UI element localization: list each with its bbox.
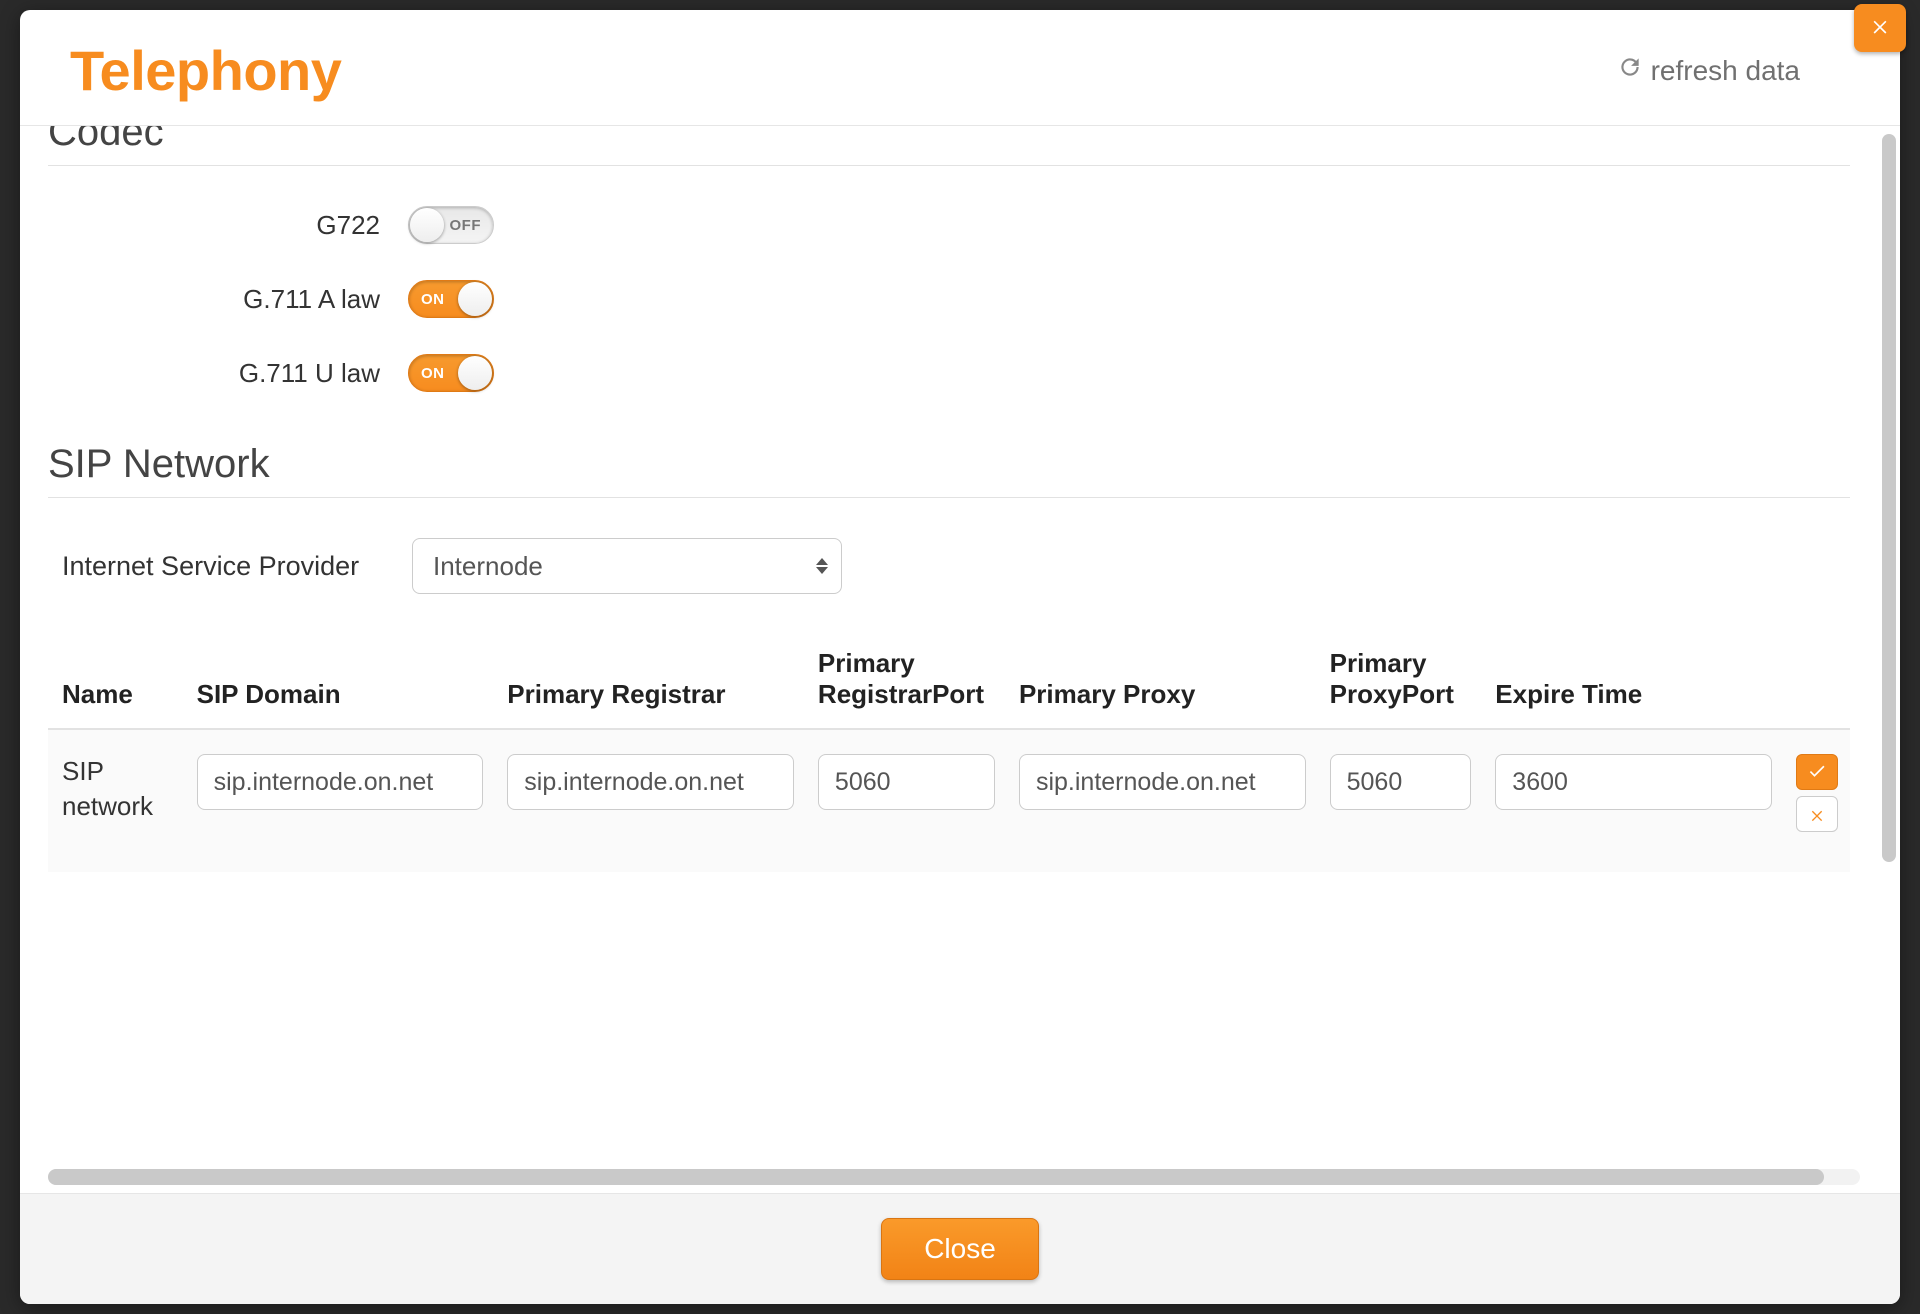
codec-label: G.711 A law [48, 284, 408, 315]
telephony-modal: Telephony refresh data Codec G722 OFF [20, 10, 1900, 1304]
modal-footer: Close [20, 1193, 1900, 1304]
divider [48, 497, 1850, 498]
toggle-knob [458, 356, 492, 390]
refresh-icon [1617, 54, 1643, 87]
check-icon [1807, 757, 1827, 788]
col-proxy-port: Primary ProxyPort [1316, 638, 1482, 729]
vertical-scrollbar[interactable] [1880, 134, 1896, 1145]
col-proxy: Primary Proxy [1005, 638, 1316, 729]
modal-body: Codec G722 OFF G.711 A law ON [20, 126, 1900, 1193]
proxy-port-input[interactable] [1330, 754, 1472, 810]
page-title: Telephony [70, 38, 341, 103]
row-confirm-button[interactable] [1796, 754, 1838, 790]
table-header-row: Name SIP Domain Primary Registrar Primar… [48, 638, 1850, 729]
scroll-thumb[interactable] [1882, 134, 1896, 862]
section-title-codec: Codec [48, 126, 1850, 165]
codec-settings: G722 OFF G.711 A law ON G.711 U law [48, 206, 1850, 392]
col-sip-domain: SIP Domain [183, 638, 494, 729]
row-actions [1796, 754, 1840, 832]
section-title-sip: SIP Network [48, 428, 1850, 497]
col-expire: Expire Time [1481, 638, 1781, 729]
close-button[interactable]: Close [881, 1218, 1039, 1280]
proxy-input[interactable] [1019, 754, 1306, 810]
expire-time-input[interactable] [1495, 754, 1771, 810]
toggle-state-text: OFF [450, 217, 482, 234]
isp-row: Internet Service Provider Internode [48, 538, 1850, 594]
modal-close-button[interactable] [1854, 4, 1906, 52]
modal-header: Telephony refresh data [20, 10, 1900, 126]
row-cancel-button[interactable] [1796, 796, 1838, 832]
scroll-thumb[interactable] [48, 1169, 1824, 1185]
toggle-state-text: ON [421, 291, 445, 308]
codec-row-g711u: G.711 U law ON [48, 354, 1850, 392]
sip-network-table: Name SIP Domain Primary Registrar Primar… [48, 638, 1850, 872]
table-row: SIP network [48, 729, 1850, 872]
toggle-g722[interactable]: OFF [408, 206, 494, 244]
horizontal-scrollbar[interactable] [48, 1169, 1860, 1185]
toggle-g711u[interactable]: ON [408, 354, 494, 392]
isp-label: Internet Service Provider [62, 551, 412, 582]
close-icon [1870, 16, 1890, 41]
chevron-updown-icon [816, 558, 828, 574]
codec-row-g722: G722 OFF [48, 206, 1850, 244]
codec-label: G.711 U law [48, 358, 408, 389]
codec-label: G722 [48, 210, 408, 241]
toggle-g711a[interactable]: ON [408, 280, 494, 318]
registrar-input[interactable] [507, 754, 794, 810]
refresh-label: refresh data [1651, 55, 1800, 87]
registrar-port-input[interactable] [818, 754, 995, 810]
toggle-knob [458, 282, 492, 316]
isp-select-wrapper: Internode [412, 538, 842, 594]
col-registrar-port: Primary RegistrarPort [804, 638, 1005, 729]
col-registrar: Primary Registrar [493, 638, 804, 729]
isp-select[interactable]: Internode [412, 538, 842, 594]
close-icon [1809, 799, 1825, 830]
refresh-data-link[interactable]: refresh data [1617, 54, 1800, 87]
row-name: SIP network [48, 729, 183, 872]
codec-row-g711a: G.711 A law ON [48, 280, 1850, 318]
col-name: Name [48, 638, 183, 729]
toggle-knob [410, 208, 444, 242]
toggle-state-text: ON [421, 365, 445, 382]
sip-domain-input[interactable] [197, 754, 484, 810]
divider [48, 165, 1850, 166]
